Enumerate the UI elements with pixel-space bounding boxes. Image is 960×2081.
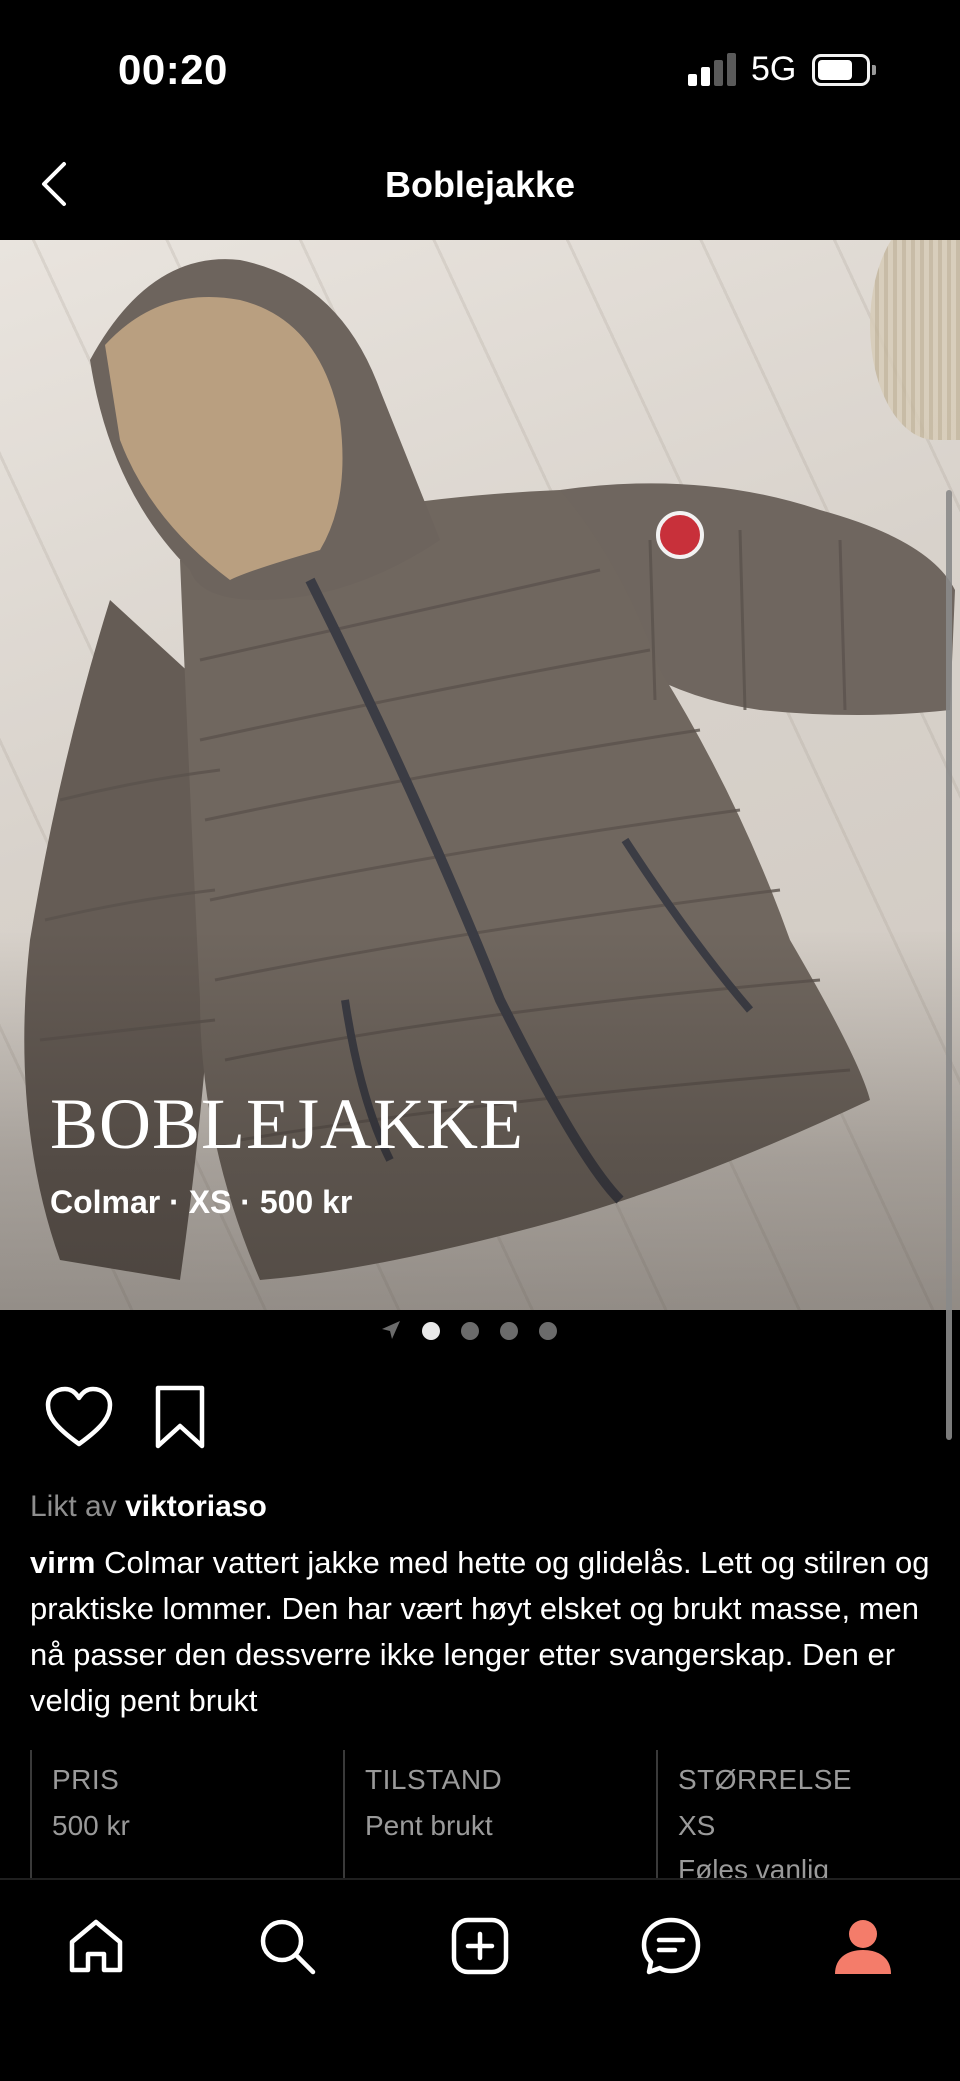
description-author[interactable]: virm (30, 1545, 95, 1580)
cellular-signal-icon (688, 52, 738, 86)
network-type: 5G (751, 50, 797, 88)
pager-dot[interactable] (500, 1322, 518, 1340)
tab-messages[interactable] (631, 1906, 711, 1986)
status-bar: 00:20 5G (0, 0, 960, 140)
liked-by-user[interactable]: viktoriaso (125, 1490, 267, 1523)
pager-dot[interactable] (539, 1322, 557, 1340)
bookmark-icon[interactable] (150, 1384, 210, 1450)
tab-add[interactable] (440, 1906, 520, 1986)
price-column: PRIS 500 kr (30, 1750, 343, 1880)
size-label: STØRRELSE (678, 1764, 853, 1795)
add-icon (451, 1917, 509, 1975)
search-icon (260, 1919, 316, 1975)
tab-profile[interactable] (823, 1906, 903, 1986)
image-title: BOBLEJAKKE (50, 1084, 524, 1164)
image-subtitle: Colmar · XS · 500 kr (50, 1184, 353, 1220)
battery-icon (812, 54, 876, 86)
post-actions (0, 1380, 960, 1460)
liked-by-prefix: Likt av (30, 1490, 117, 1523)
location-arrow-icon (382, 1321, 400, 1339)
pager-dot[interactable] (461, 1322, 479, 1340)
status-time: 00:20 (118, 46, 228, 93)
description: virm Colmar vattert jakke med hette og g… (30, 1540, 940, 1724)
condition-label: TILSTAND (365, 1764, 503, 1795)
liked-by: Likt av viktoriaso (30, 1490, 267, 1524)
page-title: Boblejakke (384, 164, 576, 205)
size-column: STØRRELSE XS Føles vanlig (656, 1750, 946, 1885)
nav-header: Boblejakke (0, 140, 960, 240)
condition-column: TILSTAND Pent brukt (343, 1750, 656, 1880)
profile-icon (835, 1920, 891, 1974)
price-value: 500 kr (52, 1810, 130, 1841)
condition-value: Pent brukt (365, 1810, 493, 1841)
tab-search[interactable] (247, 1906, 327, 1986)
image-pager (0, 1310, 960, 1350)
price-label: PRIS (52, 1764, 120, 1795)
product-image[interactable]: BOBLEJAKKE Colmar · XS · 500 kr (0, 240, 960, 1310)
messages-icon (641, 1917, 701, 1975)
product-info: PRIS 500 kr TILSTAND Pent brukt STØRRELS… (0, 1750, 960, 1885)
tab-home[interactable] (56, 1906, 136, 1986)
home-icon (69, 1919, 123, 1973)
bottom-tab-bar (0, 1878, 960, 2081)
scrollbar[interactable] (946, 490, 952, 1440)
pager-dot[interactable] (422, 1322, 440, 1340)
like-heart-icon[interactable] (44, 1386, 114, 1450)
description-text: Colmar vattert jakke med hette og glidel… (30, 1545, 930, 1718)
size-value: XS (678, 1810, 716, 1841)
